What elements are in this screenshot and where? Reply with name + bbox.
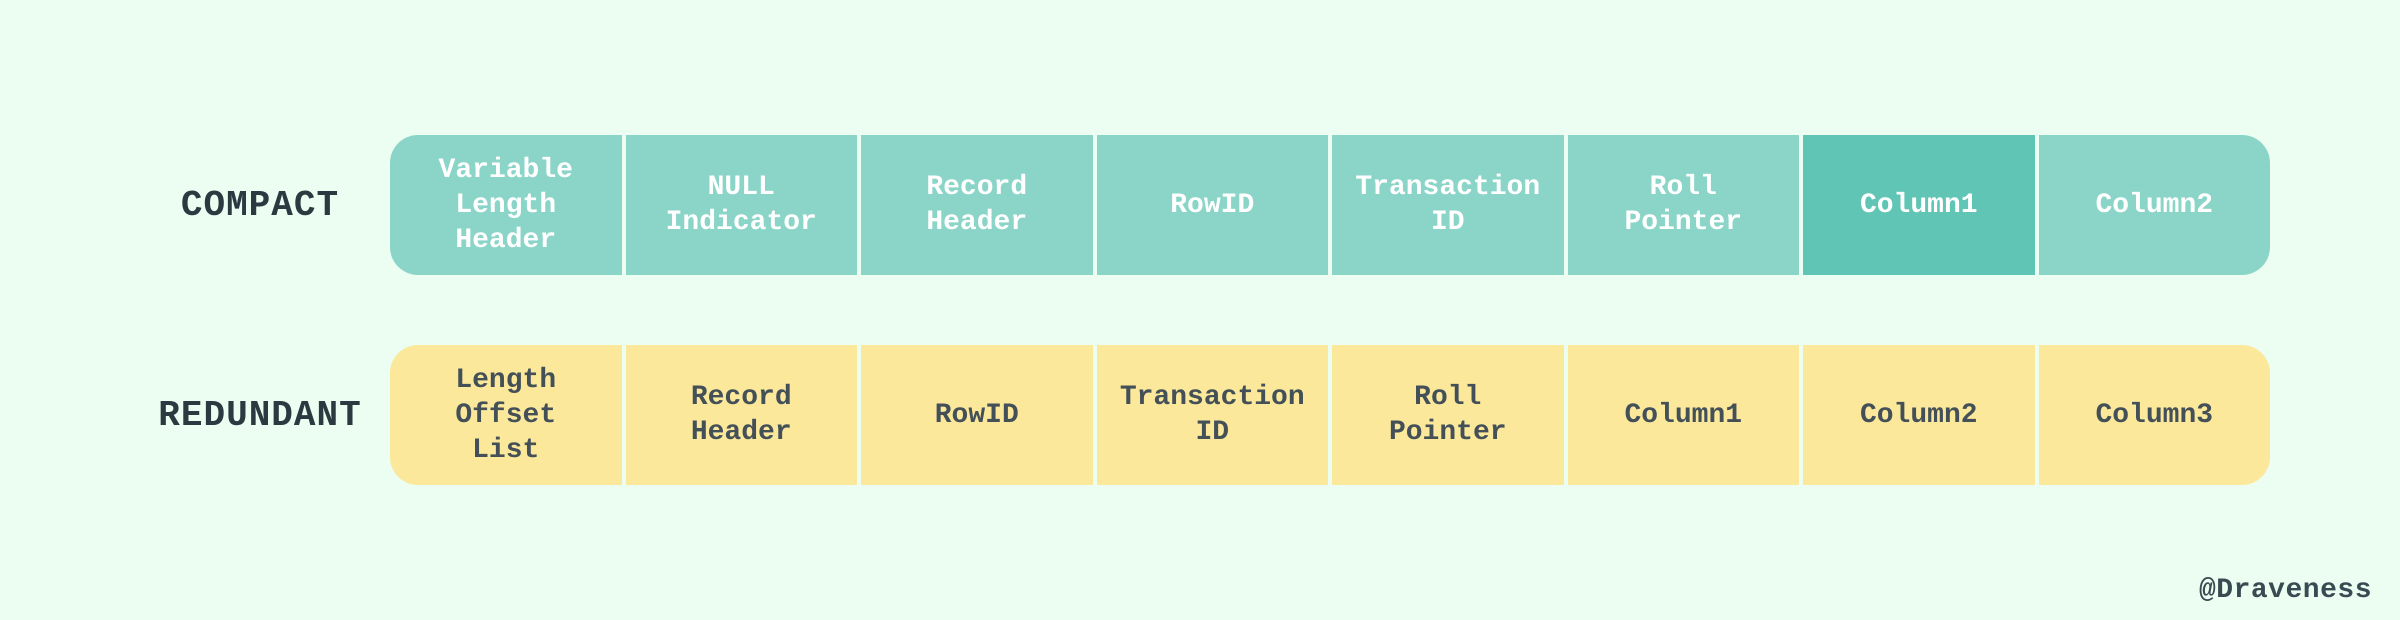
cell-redundant-column1: Column1	[1568, 345, 1804, 485]
row-label-redundant: REDUNDANT	[130, 395, 390, 436]
cell-compact-column1: Column1	[1803, 135, 2039, 275]
cell-redundant-column3: Column3	[2039, 345, 2271, 485]
cell-compact-rowid: RowID	[1097, 135, 1333, 275]
cell-redundant-length-offset-list: Length Offset List	[390, 345, 626, 485]
cell-compact-transaction-id: Transaction ID	[1332, 135, 1568, 275]
cell-compact-record-header: Record Header	[861, 135, 1097, 275]
cell-redundant-transaction-id: Transaction ID	[1097, 345, 1333, 485]
cell-compact-null-indicator: NULL Indicator	[626, 135, 862, 275]
attribution: @Draveness	[2199, 575, 2372, 606]
row-redundant: REDUNDANT Length Offset List Record Head…	[130, 345, 2270, 485]
diagram-canvas: COMPACT Variable Length Header NULL Indi…	[0, 0, 2400, 620]
cell-redundant-rowid: RowID	[861, 345, 1097, 485]
cell-redundant-record-header: Record Header	[626, 345, 862, 485]
cell-compact-roll-pointer: Roll Pointer	[1568, 135, 1804, 275]
cell-redundant-roll-pointer: Roll Pointer	[1332, 345, 1568, 485]
cell-compact-column2: Column2	[2039, 135, 2271, 275]
cell-compact-variable-length-header: Variable Length Header	[390, 135, 626, 275]
row-compact: COMPACT Variable Length Header NULL Indi…	[130, 135, 2270, 275]
cells-compact: Variable Length Header NULL Indicator Re…	[390, 135, 2270, 275]
cells-redundant: Length Offset List Record Header RowID T…	[390, 345, 2270, 485]
cell-redundant-column2: Column2	[1803, 345, 2039, 485]
row-label-compact: COMPACT	[130, 185, 390, 226]
